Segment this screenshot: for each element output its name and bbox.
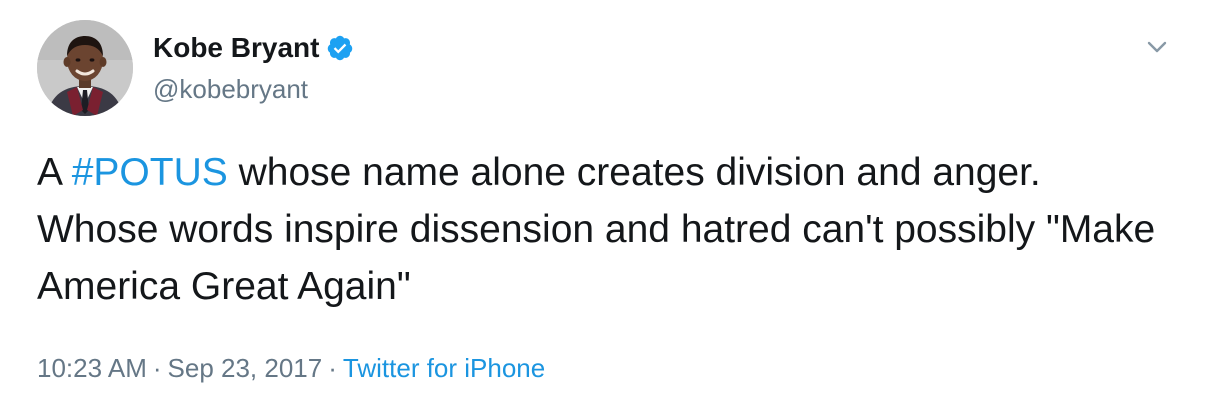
meta-separator-2: · <box>328 353 337 383</box>
author-name-row[interactable]: Kobe Bryant <box>153 30 354 66</box>
tweet-text: A #POTUS whose name alone creates divisi… <box>37 144 1167 315</box>
verified-badge-icon <box>326 34 354 62</box>
user-handle[interactable]: @kobebryant <box>153 73 308 105</box>
avatar-image <box>37 20 133 116</box>
tweet-date[interactable]: Sep 23, 2017 <box>168 353 323 383</box>
tweet-text-start: A <box>37 151 72 194</box>
tweet-meta: 10:23 AM · Sep 23, 2017 · Twitter for iPhone <box>37 351 545 385</box>
tweet-time[interactable]: 10:23 AM <box>37 353 147 383</box>
tweet-source-link[interactable]: Twitter for iPhone <box>343 353 545 383</box>
hashtag-link[interactable]: #POTUS <box>72 151 228 194</box>
avatar[interactable] <box>37 20 133 116</box>
chevron-down-icon[interactable] <box>1140 30 1174 64</box>
display-name[interactable]: Kobe Bryant <box>153 30 319 66</box>
meta-separator: · <box>152 353 162 383</box>
tweet-card: Kobe Bryant @kobebryant A #POTUS whose n… <box>0 0 1214 405</box>
